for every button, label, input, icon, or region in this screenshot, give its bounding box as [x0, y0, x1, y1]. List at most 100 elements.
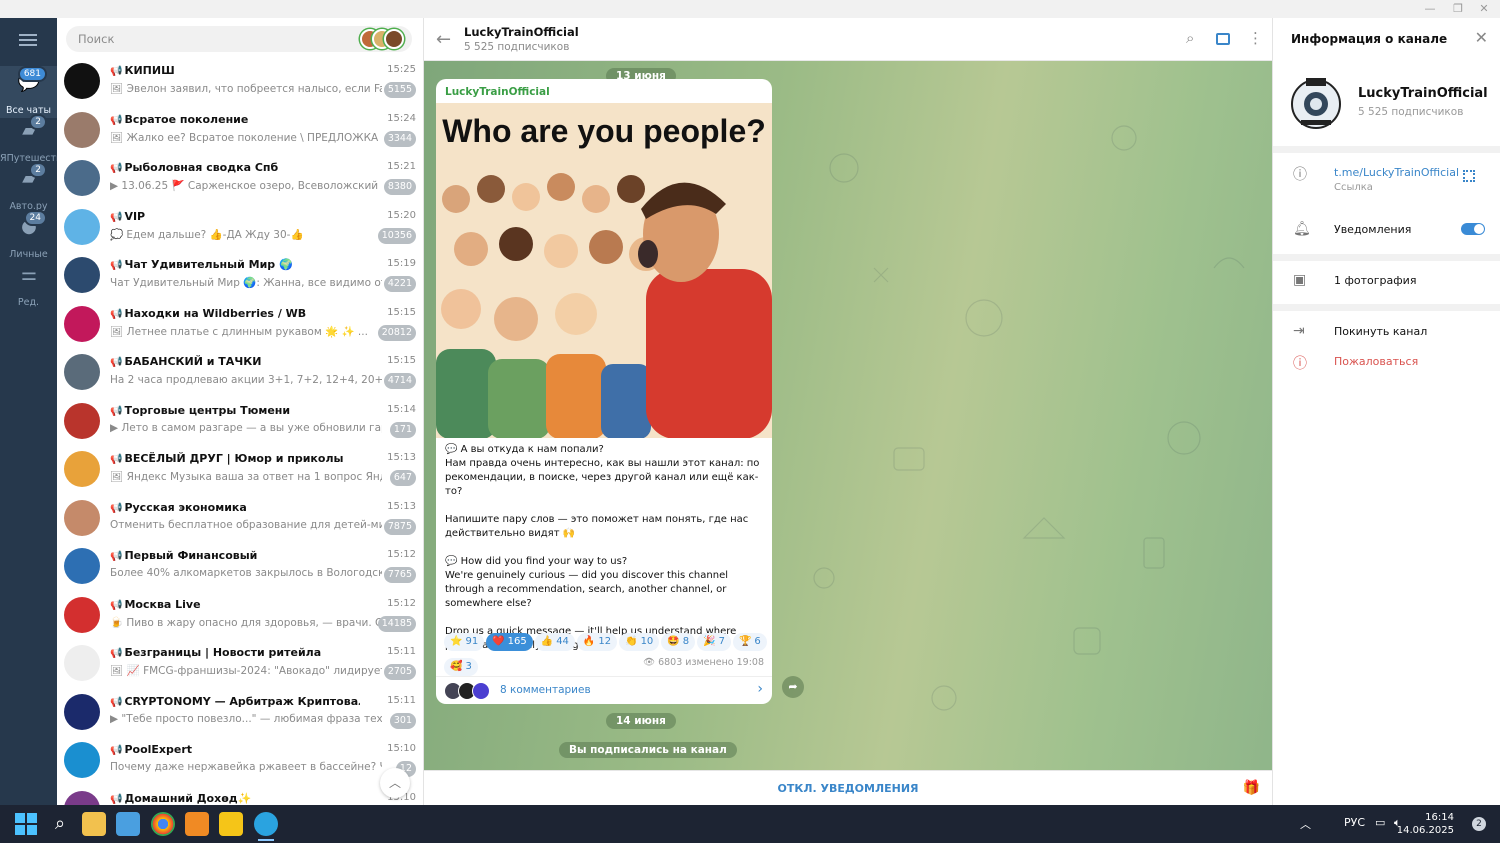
- chat-row[interactable]: 📢 Домашний Дохөд✨ 15:10: [57, 786, 423, 805]
- megaphone-icon: 📢: [110, 454, 123, 465]
- folder-0[interactable]: 💬 681 Все чаты: [0, 66, 57, 118]
- scroll-up-button[interactable]: ︿: [380, 768, 410, 798]
- chat-row[interactable]: 📢 Русская экономика 15:13 Отменить бесплатн…: [57, 495, 423, 543]
- folder-2[interactable]: ▰ 2 Авто.ру: [0, 162, 57, 214]
- chat-row[interactable]: 📢 Всратое поколение 15:24 🖼 Жалко ее? Всрат…: [57, 107, 423, 155]
- menu-icon[interactable]: [19, 34, 37, 46]
- chat-time: 15:21: [387, 161, 416, 172]
- chat-name-text: Москва Live: [124, 597, 201, 611]
- folder-4[interactable]: ⚌ Ред.: [0, 258, 57, 310]
- megaphone-icon: 📢: [110, 114, 123, 126]
- unread-badge: 171: [389, 421, 416, 438]
- search-input[interactable]: Поиск: [66, 26, 412, 52]
- chat-row[interactable]: 📢 PoolExpert 15:10 Почему даже нержавейка р…: [57, 737, 423, 785]
- chat-name-text: Торговые центры Тюмени: [124, 403, 291, 417]
- chat-preview: На 2 часа продлеваю акции 3+1, 7+2, 12+4…: [110, 374, 382, 386]
- avatar: [64, 451, 100, 487]
- post-image[interactable]: Who are you people?: [436, 103, 772, 438]
- maximize-button[interactable]: ❐: [1448, 2, 1468, 15]
- reaction-chip[interactable]: 👍 44: [534, 633, 575, 651]
- chat-row[interactable]: 📢 БАБАНСКИЙ и ТАЧКИ 15:15 На 2 часа продлев…: [57, 349, 423, 397]
- chat-row[interactable]: 📢 CRYPTONOMY — Арбитраж Криптовалют 15:11 ▶…: [57, 689, 423, 737]
- chat-title[interactable]: LuckyTrainOfficial: [464, 25, 579, 39]
- chat-preview: ▶ Лето в самом разгаре — а вы уже обнови…: [110, 421, 382, 434]
- chevron-up-icon[interactable]: ︿: [1300, 816, 1311, 832]
- channel-post: LuckyTrainOfficial Who are you people? 💬…: [436, 79, 772, 704]
- channel-avatar[interactable]: [1291, 74, 1341, 130]
- views-count: 👁 6803: [642, 657, 683, 668]
- telegram-icon[interactable]: [254, 812, 278, 836]
- share-icon[interactable]: ➦: [782, 676, 804, 698]
- reaction-chip[interactable]: 🎉 7: [697, 633, 731, 651]
- stories-avatars[interactable]: [360, 29, 404, 49]
- search-icon[interactable]: ⌕: [48, 812, 72, 836]
- chat-row[interactable]: 📢 VIP 15:20 💭 Едем дальше? 👍-ДА Жду 30-👍 103…: [57, 204, 423, 252]
- leave-row[interactable]: ⇥ Покинуть канал: [1273, 319, 1500, 349]
- more-vertical-icon[interactable]: ⋮: [1248, 29, 1263, 47]
- app-icon[interactable]: [185, 812, 209, 836]
- chat-row[interactable]: 📢 Торговые центры Тюмени 15:14 ▶ Лето в сам…: [57, 398, 423, 446]
- chat-row[interactable]: 📢 КИПИШ 15:25 🖼 Эвелон заявил, что побреетс…: [57, 58, 423, 106]
- reaction-chip[interactable]: 🔥 12: [576, 633, 618, 651]
- chat-row[interactable]: 📢 Москва Live 15:12 🍺 Пиво в жару опасно дл…: [57, 592, 423, 640]
- chat-row[interactable]: 📢 Чат Удивительный Мир 🌍 15:19 Чат Удивител…: [57, 252, 423, 300]
- chat-row[interactable]: 📢 Первый Финансовый 15:12 Более 40% алкомар…: [57, 543, 423, 591]
- chat-name-text: Чат Удивительный Мир 🌍: [124, 258, 293, 271]
- notifications-toggle[interactable]: [1461, 223, 1485, 235]
- reactions-bar: ⭐ 91 ❤️ 165 👍 44 🔥 12 👏 10 🤩 8 🎉 7 🏆 6 🥰 3: [444, 629, 769, 679]
- close-icon[interactable]: ✕: [1475, 28, 1488, 47]
- channel-link[interactable]: t.me/LuckyTrainOfficial: [1334, 166, 1459, 179]
- link-row[interactable]: ⓘ t.me/LuckyTrainOfficial Ссылка: [1273, 160, 1500, 193]
- chat-row[interactable]: 📢 ВЕСЁЛЫЙ ДРУГ | Юмор и приколы 15:13 🖼 Янд…: [57, 446, 423, 494]
- chat-row[interactable]: 📢 Безграницы | Новости ритейла 15:11 🖼 📈 FM…: [57, 640, 423, 688]
- chat-name-text: Всратое поколение: [124, 112, 249, 126]
- report-row[interactable]: ⓘ Пожаловаться: [1273, 349, 1500, 379]
- reaction-count: 3: [465, 661, 472, 672]
- reaction-chip[interactable]: 🏆 6: [732, 633, 767, 651]
- reaction-count: 165: [507, 636, 527, 647]
- file-explorer-icon[interactable]: [82, 812, 106, 836]
- mute-button[interactable]: ОТКЛ. УВЕДОМЛЕНИЯ: [424, 782, 1272, 795]
- photos-app-icon[interactable]: [116, 812, 140, 836]
- windows-start-icon[interactable]: [14, 812, 38, 836]
- reaction-chip[interactable]: 🥰 3: [444, 658, 478, 676]
- back-arrow-icon[interactable]: ←: [436, 29, 451, 50]
- qr-code-icon[interactable]: [1463, 170, 1475, 182]
- reaction-chip[interactable]: ⭐ 91: [444, 633, 485, 651]
- folder-1[interactable]: ▰ 2 ЯПутешествия: [0, 114, 74, 166]
- reaction-chip[interactable]: ❤️ 165: [486, 633, 533, 651]
- photos-row[interactable]: ▣ 1 фотография: [1273, 268, 1500, 298]
- language-indicator[interactable]: РУС: [1344, 816, 1365, 829]
- megaphone-icon: 📢: [110, 793, 123, 805]
- chat-preview: Чат Удивительный Мир 🌍: Жанна, все видим…: [110, 277, 382, 289]
- search-icon[interactable]: ⌕: [1186, 29, 1194, 47]
- reaction-count: 44: [556, 636, 569, 647]
- chat-row[interactable]: 📢 Находки на Wildberries / WB 15:15 🖼 Летне…: [57, 301, 423, 349]
- network-icon[interactable]: ▭: [1375, 816, 1385, 829]
- close-window-button[interactable]: ✕: [1474, 2, 1494, 15]
- sidebar-toggle-icon[interactable]: [1216, 33, 1230, 45]
- folder-3[interactable]: ● 24 Личные: [0, 210, 57, 262]
- chat-time: 15:14: [387, 403, 416, 415]
- channel-footer: ОТКЛ. УВЕДОМЛЕНИЯ 🎁: [424, 770, 1272, 805]
- post-sender[interactable]: LuckyTrainOfficial: [445, 86, 550, 98]
- clock[interactable]: 16:14 14.06.2025: [1397, 811, 1454, 837]
- comments-button[interactable]: 8 комментариев ›: [436, 676, 772, 704]
- unread-badge: 5155: [383, 82, 416, 98]
- avatar: [64, 790, 100, 805]
- chat-name: 📢 КИПИШ: [110, 64, 360, 77]
- chat-time: 15:20: [387, 209, 416, 221]
- gift-icon[interactable]: 🎁: [1243, 780, 1260, 796]
- reaction-chip[interactable]: 🤩 8: [661, 633, 696, 651]
- minimize-button[interactable]: —: [1420, 2, 1440, 15]
- chat-time: 15:12: [387, 549, 416, 560]
- chrome-icon[interactable]: [151, 812, 175, 836]
- app-icon[interactable]: [219, 812, 243, 836]
- notifications-row[interactable]: 🔔︎ Уведомления: [1273, 217, 1500, 247]
- chat-row[interactable]: 📢 Рыболовная сводка Спб 15:21 ▶ 13.06.25 🚩 …: [57, 155, 423, 203]
- avatar: [64, 111, 100, 148]
- reaction-emoji: ⭐: [450, 636, 463, 647]
- chat-name: 📢 Чат Удивительный Мир 🌍: [110, 258, 360, 271]
- notification-badge[interactable]: 2: [1472, 817, 1486, 831]
- reaction-chip[interactable]: 👏 10: [619, 633, 660, 651]
